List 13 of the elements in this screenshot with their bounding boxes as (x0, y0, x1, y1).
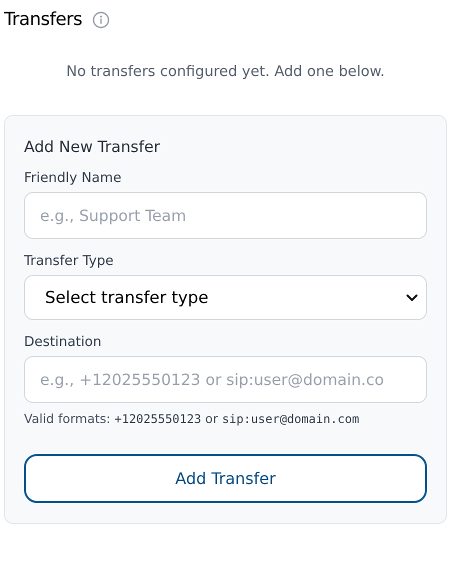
input-field[interactable]: e.g., +12025550123 or sip:user@domain.co (24, 356, 427, 403)
empty-message: No transfers configured yet. Add one below. (65, 64, 386, 80)
field-label: Friendly Name (24, 170, 122, 186)
field-label: Destination (24, 334, 102, 350)
add-transfer-button[interactable]: Add Transfer (24, 454, 427, 503)
chevron-icon (406, 294, 418, 302)
input-field[interactable]: e.g., Support Team (24, 192, 427, 239)
section-title: Transfers (4, 8, 82, 30)
hint-text: Valid formats: +12025550123 or sip:user@domain.com (24, 411, 360, 426)
info-icon[interactable] (92, 11, 110, 29)
form-title: Add New Transfer (24, 138, 161, 156)
select-field[interactable]: Select transfer type (24, 275, 427, 320)
field-label: Transfer Type (24, 253, 115, 269)
